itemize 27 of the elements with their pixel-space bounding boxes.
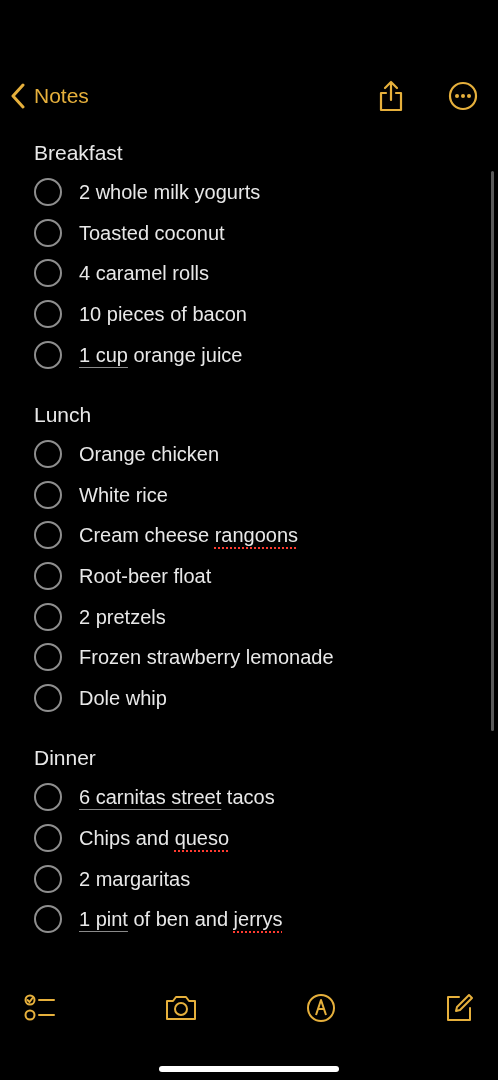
checklist-item-text: 6 carnitas street tacos (79, 785, 275, 811)
checklist-item-text: Root-beer float (79, 564, 212, 590)
checklist-item-text: 1 pint of ben and jerrys (79, 907, 283, 933)
checklist-item-text: Orange chicken (79, 442, 220, 468)
checklist-item-text: Cream cheese rangoons (79, 523, 299, 549)
checklist-item-text: Frozen strawberry lemonade (79, 645, 334, 671)
chevron-left-icon (10, 83, 26, 109)
checklist-item-text: White rice (79, 482, 168, 508)
compose-button[interactable] (444, 993, 474, 1023)
checklist-item-text: 2 pretzels (79, 604, 166, 630)
section-heading: Breakfast (34, 140, 124, 166)
checklist-item-text: Chips and queso (79, 826, 230, 851)
checklist-item-text: 1 cup orange juice (79, 342, 243, 368)
share-button[interactable] (378, 80, 404, 112)
checklist-button[interactable] (24, 993, 56, 1023)
checklist-item-text: 4 caramel rolls (79, 261, 210, 287)
back-button[interactable]: Notes (10, 80, 89, 112)
checklist-item-text: Dole whip (79, 685, 167, 711)
section-heading: Lunch (34, 401, 93, 428)
checklist-item-text: Toasted coconut (79, 220, 225, 246)
markup-button[interactable] (306, 993, 336, 1023)
checklist-item-text: 2 whole milk yogurts (79, 180, 261, 206)
checklist-item-text: 2 margaritas (79, 866, 191, 892)
checklist-item-text: 10 pieces of bacon (79, 302, 247, 328)
more-button[interactable] (448, 81, 478, 111)
camera-button[interactable] (164, 994, 198, 1022)
section-heading: Dinner (34, 745, 97, 772)
